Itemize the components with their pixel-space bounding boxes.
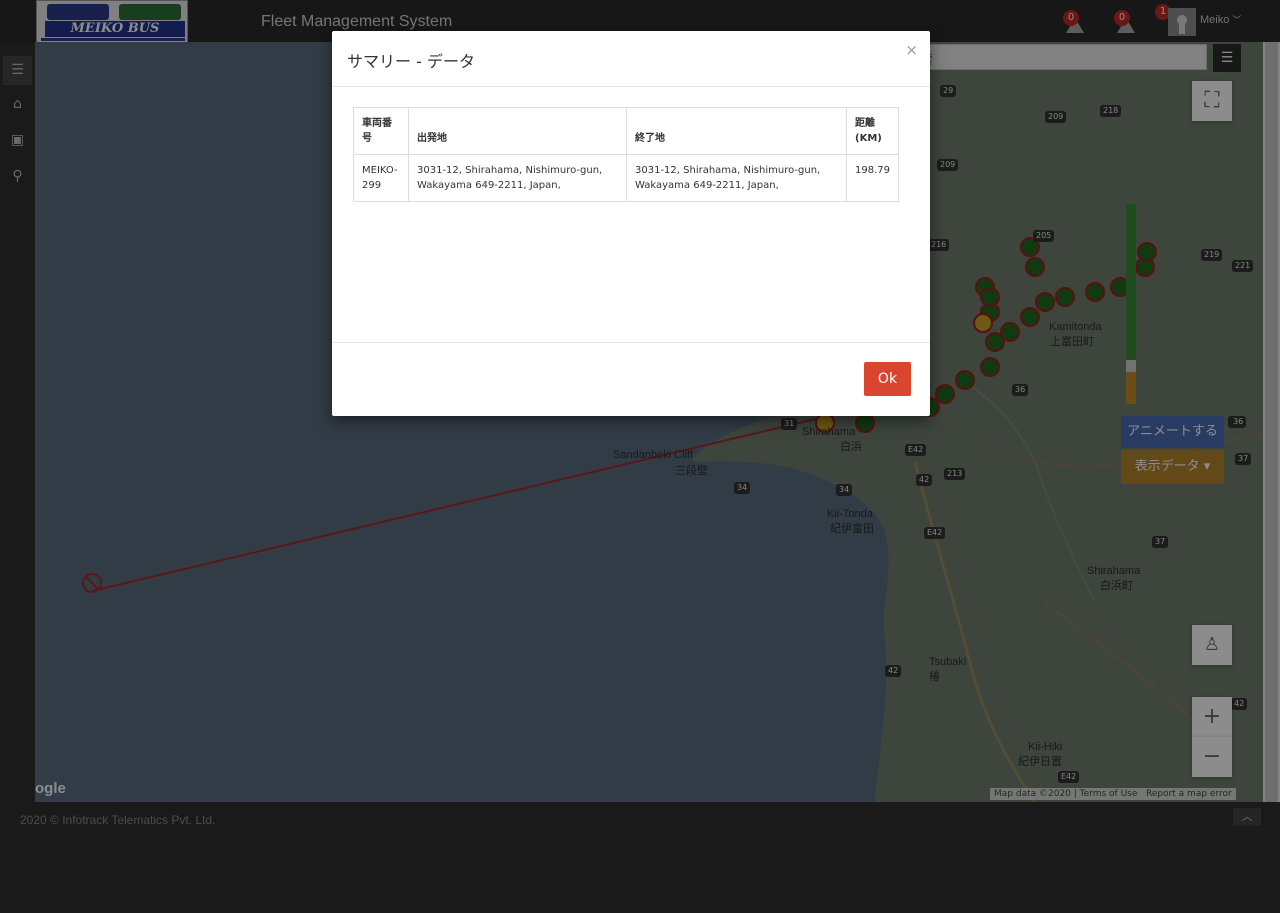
close-icon[interactable]: × (905, 41, 918, 59)
ok-button[interactable]: Ok (864, 362, 911, 396)
summary-table: 車両番号 出発地 終了地 距離 (KM) MEIKO-299 3031-12, … (353, 107, 899, 202)
modal-title: サマリー - データ (347, 52, 475, 71)
table-header-row: 車両番号 出発地 終了地 距離 (KM) (353, 107, 899, 155)
table-row: MEIKO-299 3031-12, Shirahama, Nishimuro-… (353, 154, 899, 202)
start-location-cell: 3031-12, Shirahama, Nishimuro-gun, Wakay… (408, 154, 627, 202)
column-header: 出発地 (408, 107, 627, 155)
summary-data-modal: サマリー - データ × 車両番号 出発地 終了地 距離 (KM) MEIKO-… (332, 31, 930, 416)
end-location-cell: 3031-12, Shirahama, Nishimuro-gun, Wakay… (626, 154, 847, 202)
column-header: 車両番号 (353, 107, 409, 155)
vehicle-number-cell: MEIKO-299 (353, 154, 409, 202)
column-header: 距離 (KM) (846, 107, 899, 155)
column-header: 終了地 (626, 107, 847, 155)
distance-cell: 198.79 (846, 154, 899, 202)
